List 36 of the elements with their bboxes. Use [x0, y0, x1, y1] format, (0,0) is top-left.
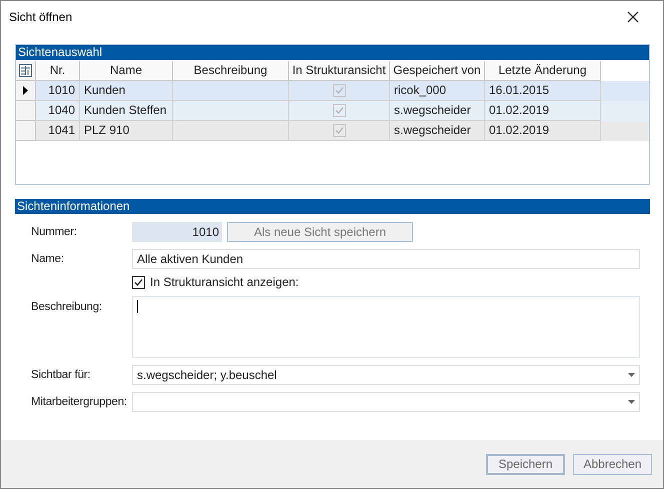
section-header: Sichtenauswahl [16, 45, 649, 60]
dialog-button[interactable]: Speichern [486, 454, 565, 474]
number-field: 1010 [132, 222, 222, 242]
name-field[interactable]: Alle aktiven Kunden [132, 249, 640, 269]
table-row[interactable]: 1010 Kunden ricok_000 16.01.2015 [16, 81, 649, 101]
field-label: Beschreibung: [31, 300, 103, 313]
field-label: Nummer: [31, 226, 78, 238]
table-cell: s.wegscheider [390, 121, 485, 141]
field-label: Mitarbeitergruppen: [31, 396, 128, 408]
dropdown-arrow-icon[interactable] [628, 373, 635, 377]
table-cell: PLZ 910 [80, 121, 173, 141]
field-label: Name: [31, 253, 65, 265]
grid-corner[interactable] [16, 61, 36, 81]
table-row[interactable]: 1041 PLZ 910 s.wegscheider 01.02.2019 [16, 121, 649, 141]
dialog-button[interactable]: Abbrechen [573, 454, 652, 474]
section-header: Sichteninformationen [15, 199, 650, 214]
structure-checkbox[interactable] [132, 276, 145, 288]
table-cell: 01.02.2019 [485, 121, 601, 141]
column-header[interactable]: In Strukturansicht [289, 61, 390, 81]
description-field[interactable] [132, 296, 640, 358]
column-header[interactable]: Name [80, 61, 173, 81]
window-title: Sicht öffnen [9, 10, 72, 24]
column-chooser-icon[interactable] [19, 64, 32, 77]
column-header[interactable]: Letzte Änderung [485, 61, 601, 81]
table-row[interactable]: 1040 Kunden Steffen s.wegscheider 01.02.2019 [16, 101, 649, 121]
save-as-new-button[interactable]: Als neue Sicht speichern [227, 222, 413, 242]
visible-for-dropdown[interactable]: s.wegscheider; y.beuschel [132, 365, 640, 385]
column-header[interactable]: Gespeichert von [390, 61, 485, 81]
column-header[interactable]: Nr. [36, 61, 80, 81]
checkbox-label[interactable]: In Strukturansicht anzeigen: [150, 275, 299, 289]
column-header[interactable]: Beschreibung [173, 61, 289, 81]
dropdown-arrow-icon[interactable] [628, 400, 635, 404]
table-cell: 1041 [36, 121, 80, 141]
current-row-icon [23, 86, 28, 95]
close-icon[interactable] [627, 10, 639, 22]
field-label: Sichtbar für: [31, 369, 92, 381]
